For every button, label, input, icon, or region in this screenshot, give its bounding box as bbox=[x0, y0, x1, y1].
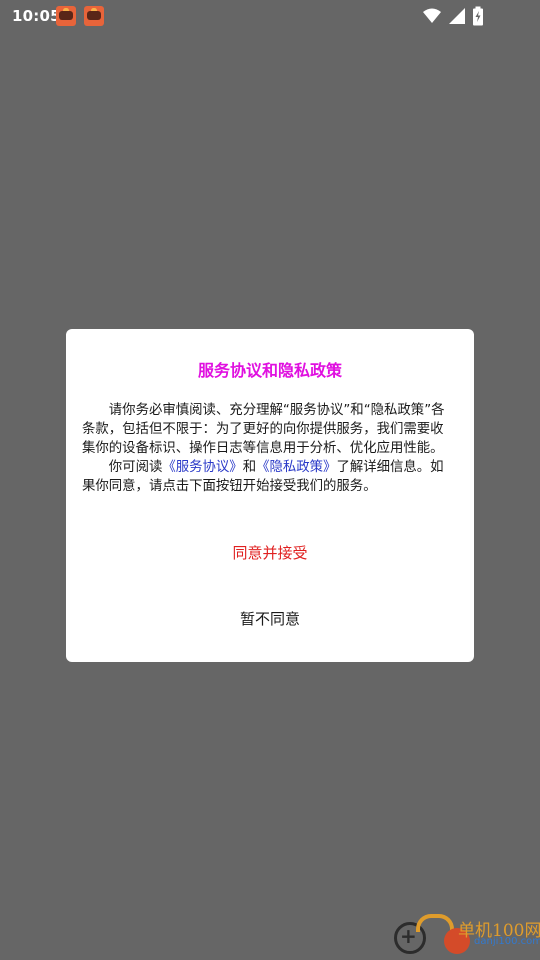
agreement-paragraph: 请你务必审慎阅读、充分理解“服务协议”和“隐私政策”各条款，包括但不限于：为了更… bbox=[82, 403, 445, 456]
and-text: 和 bbox=[242, 460, 257, 475]
dialog-title: 服务协议和隐私政策 bbox=[197, 361, 342, 380]
app-notification-icon bbox=[84, 6, 104, 26]
app-notification-icon bbox=[56, 6, 76, 26]
service-agreement-link[interactable]: 《服务协议》 bbox=[162, 460, 242, 475]
dialog-body: 请你务必审慎阅读、充分理解“服务协议”和“隐私政策”各条款，包括但不限于：为了更… bbox=[82, 401, 454, 496]
wifi-icon bbox=[423, 8, 441, 23]
accept-button[interactable]: 同意并接受 bbox=[66, 539, 474, 567]
read-paragraph: 你可阅读《服务协议》和《隐私政策》了解详细信息。如果你同意，请点击下面按钮开始接… bbox=[82, 458, 454, 496]
decline-button[interactable]: 暂不同意 bbox=[66, 605, 474, 633]
signal-icon bbox=[449, 8, 465, 24]
read-prefix: 你可阅读 bbox=[108, 460, 163, 475]
privacy-policy-link[interactable]: 《隐私政策》 bbox=[256, 460, 336, 475]
watermark-subtext: danji100.com bbox=[474, 936, 540, 947]
status-time: 10:05 bbox=[12, 7, 61, 25]
battery-icon bbox=[473, 6, 483, 26]
privacy-dialog: 服务协议和隐私政策 请你务必审慎阅读、充分理解“服务协议”和“隐私政策”各条款，… bbox=[66, 329, 474, 662]
watermark-logo: + 单机100网 danji100.com bbox=[388, 914, 540, 960]
watermark-plus-icon: + bbox=[400, 924, 417, 948]
status-bar: 10:05 bbox=[0, 0, 540, 32]
watermark-arc-icon bbox=[416, 914, 454, 932]
